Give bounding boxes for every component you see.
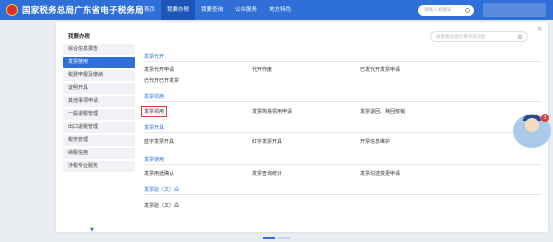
notification-badge: 3 [541, 114, 549, 122]
sidebar-item-export-refund[interactable]: 出口退税管理 [63, 122, 135, 133]
assistant-mascot-icon[interactable]: 3 [513, 114, 551, 148]
main-nav: 首页 我要办税 我要查询 公众服务 地方特色 [138, 0, 297, 20]
pager-dot[interactable] [278, 237, 290, 239]
link-invoice-info-maintain[interactable]: 开票信息维护 [360, 138, 390, 145]
section-divider [144, 194, 542, 195]
link-purpose-confirm[interactable]: 发票用途确认 [144, 170, 174, 177]
section-title: 发票验（文）白 [144, 187, 180, 193]
section-divider [144, 132, 542, 133]
link-proxy-apply-issued[interactable]: 已发代开发票申请 [360, 66, 400, 73]
sidebar-item-certificate[interactable]: 证明开具 [63, 83, 135, 94]
content-search-placeholder: 搜索要办理的事项或功能 [436, 35, 486, 40]
nav-home[interactable]: 首页 [138, 0, 161, 20]
section-title: 发票开具 [144, 125, 165, 131]
link-red-invoice[interactable]: 红字发票开具 [252, 138, 282, 145]
sidebar-item-declaration[interactable]: 税费申报及缴纳 [63, 70, 135, 81]
content-area: 搜索要办理的事项或功能 发票代开 发票代开申请 代开作废 已发代开发票申请 已代… [141, 22, 544, 232]
section-title: 发票代开 [144, 54, 165, 60]
section-title: 发票领用 [144, 94, 165, 100]
nav-public-service[interactable]: 公众服务 [229, 0, 263, 20]
sidebar-item-invoice-use[interactable]: 发票使用 [63, 57, 135, 68]
link-proxy-void[interactable]: 代开作废 [252, 66, 272, 73]
user-login-area[interactable] [483, 3, 546, 17]
chevron-down-icon[interactable]: ▼ [90, 227, 94, 233]
link-invoice-verify[interactable]: 发票验（文）白 [144, 202, 179, 209]
carousel-pager [263, 237, 291, 239]
link-simple-receive[interactable]: 发票简易领用申请 [252, 108, 292, 115]
link-check-change[interactable]: 发票勾选变更申请 [360, 170, 400, 177]
header-search-input[interactable]: 请输入关键词 [418, 5, 474, 16]
section-divider [144, 61, 542, 62]
mascot-face [525, 118, 539, 132]
nav-query[interactable]: 我要查询 [195, 0, 229, 20]
sidebar-item-tax-management[interactable]: 税务管理 [63, 135, 135, 146]
sidebar-title: 我要办税 [68, 34, 91, 40]
nav-local-features[interactable]: 地方特色 [263, 0, 297, 20]
sidebar-item-other-apply[interactable]: 其他事项申请 [63, 96, 135, 107]
link-proxy-issued[interactable]: 已代开已开发票 [144, 77, 179, 84]
nav-tax-handling[interactable]: 我要办税 [161, 0, 196, 20]
sidebar-item-refund[interactable]: 一般退税管理 [63, 109, 135, 120]
header-search-placeholder: 请输入关键词 [424, 8, 451, 13]
sidebar: 我要办税 综合信息报告 发票使用 税费申报及缴纳 证明开具 其他事项申请 一般退… [63, 29, 135, 172]
sidebar-item-professional[interactable]: 涉税专业服务 [63, 161, 135, 172]
section-title: 发票使用 [144, 157, 165, 163]
link-query-stats[interactable]: 发票查询统计 [252, 170, 282, 177]
sidebar-item-info-report[interactable]: 综合信息报告 [63, 44, 135, 55]
site-title: 国家税务总局广东省电子税务局 [22, 6, 144, 16]
link-invoice-receive[interactable]: 发票领用 [141, 106, 168, 117]
emblem-icon [6, 4, 18, 16]
pager-dot-active[interactable] [263, 237, 275, 239]
top-header: 国家税务总局广东省电子税务局 首页 我要办税 我要查询 公众服务 地方特色 请输… [0, 0, 553, 20]
content-search-input[interactable]: 搜索要办理的事项或功能 [430, 31, 528, 42]
sidebar-item-credit[interactable]: 纳税信用 [63, 148, 135, 159]
link-return-verify[interactable]: 发票退回、赎回核销 [360, 108, 405, 115]
search-icon[interactable] [465, 8, 470, 13]
tax-handling-panel: × 我要办税 综合信息报告 发票使用 税费申报及缴纳 证明开具 其他事项申请 一… [56, 22, 548, 233]
section-divider [144, 164, 542, 165]
section-divider [144, 101, 542, 102]
link-invoice-proxy-apply[interactable]: 发票代开申请 [144, 66, 174, 73]
link-blue-invoice[interactable]: 蓝字发票开具 [144, 138, 174, 145]
search-icon[interactable] [518, 35, 522, 39]
